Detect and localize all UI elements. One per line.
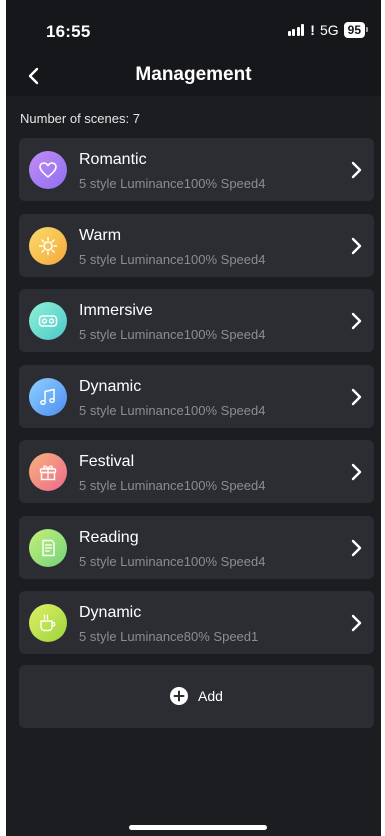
- status-time: 16:55: [46, 22, 91, 41]
- scene-name: Dynamic: [79, 378, 142, 395]
- scene-description: 5 style Luminance100% Speed4: [79, 252, 266, 267]
- document-icon: [42, 539, 55, 557]
- scene-icon-badge: [29, 453, 67, 491]
- heart-icon: [39, 162, 57, 178]
- scene-card[interactable]: Romantic 5 style Luminance100% Speed4: [19, 138, 374, 201]
- add-label: Add: [198, 688, 223, 704]
- signal-alert-icon: !: [310, 22, 315, 38]
- status-indicators: ! 5G 95: [287, 22, 369, 38]
- plus-circle-icon: [170, 687, 189, 705]
- coffee-cup-icon: [40, 614, 56, 632]
- scene-description: 5 style Luminance80% Speed1: [79, 629, 259, 644]
- scene-description: 5 style Luminance100% Speed4: [79, 478, 266, 493]
- network-type: 5G: [319, 22, 339, 38]
- phone-screen: 16:55 ! 5G 95 Management Number of scene…: [6, 0, 381, 836]
- scene-icon-badge: [29, 151, 67, 189]
- scene-description: 5 style Luminance100% Speed4: [79, 403, 266, 418]
- scene-name: Festival: [79, 453, 135, 470]
- chevron-right-icon: [351, 614, 362, 632]
- music-note-icon: [40, 388, 55, 405]
- sun-icon: [38, 236, 58, 256]
- scene-description: 5 style Luminance100% Speed4: [79, 554, 266, 569]
- signal-icon: [287, 24, 305, 36]
- scene-description: 5 style Luminance100% Speed4: [79, 176, 266, 191]
- page-title: Management: [135, 64, 252, 85]
- status-bar: 16:55 ! 5G 95: [6, 0, 381, 60]
- scene-name: Warm: [79, 227, 122, 244]
- scene-card[interactable]: Immersive 5 style Luminance100% Speed4: [19, 289, 374, 352]
- home-indicator[interactable]: [129, 825, 267, 830]
- battery-icon: 95: [343, 22, 369, 38]
- scene-name: Dynamic: [79, 604, 142, 621]
- scene-card[interactable]: Festival 5 style Luminance100% Speed4: [19, 440, 374, 503]
- scene-count: Number of scenes: 7: [20, 111, 140, 126]
- chevron-right-icon: [351, 463, 362, 481]
- scene-card[interactable]: Reading 5 style Luminance100% Speed4: [19, 516, 374, 579]
- scene-icon-badge: [29, 302, 67, 340]
- chevron-right-icon: [351, 388, 362, 406]
- nav-header: Management: [6, 56, 381, 96]
- scene-name: Reading: [79, 529, 139, 546]
- chevron-right-icon: [351, 161, 362, 179]
- scene-name: Immersive: [79, 302, 153, 319]
- scene-card[interactable]: Warm 5 style Luminance100% Speed4: [19, 214, 374, 277]
- add-scene-button[interactable]: Add: [19, 665, 374, 728]
- vr-headset-icon: [38, 315, 58, 327]
- scene-icon-badge: [29, 604, 67, 642]
- chevron-right-icon: [351, 237, 362, 255]
- chevron-right-icon: [351, 312, 362, 330]
- scene-icon-badge: [29, 227, 67, 265]
- scene-card[interactable]: Dynamic 5 style Luminance80% Speed1: [19, 591, 374, 654]
- scene-icon-badge: [29, 378, 67, 416]
- chevron-right-icon: [351, 539, 362, 557]
- gift-icon: [39, 465, 57, 481]
- scene-icon-badge: [29, 529, 67, 567]
- scene-description: 5 style Luminance100% Speed4: [79, 327, 266, 342]
- scene-name: Romantic: [79, 151, 147, 168]
- scene-card[interactable]: Dynamic 5 style Luminance100% Speed4: [19, 365, 374, 428]
